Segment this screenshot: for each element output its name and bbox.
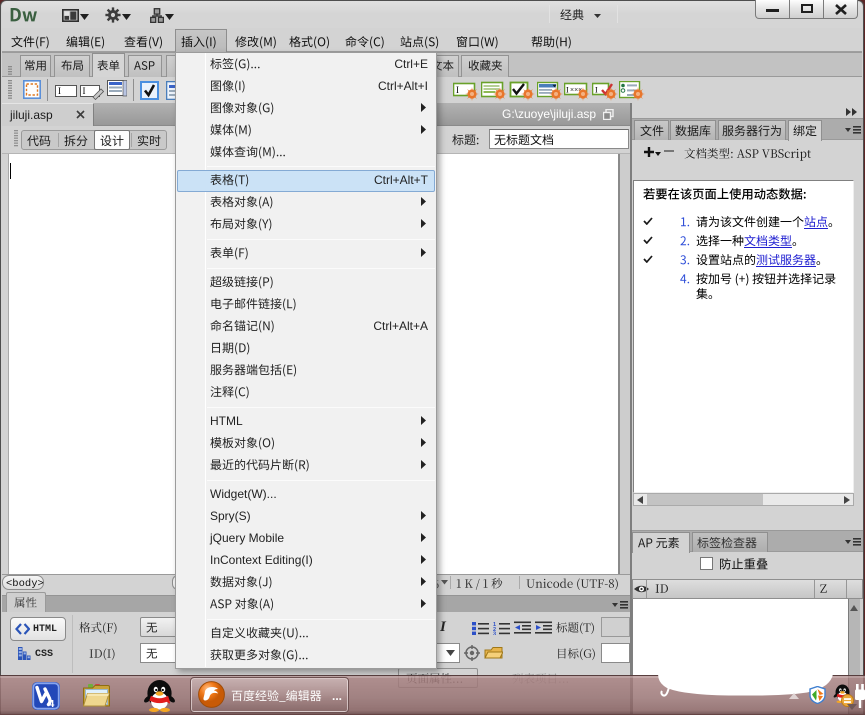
svg-text:4: 4 — [49, 698, 55, 710]
svg-text:I: I — [566, 86, 569, 95]
svg-text:I: I — [595, 86, 598, 95]
svg-text:I: I — [456, 85, 459, 95]
svg-text:3: 3 — [493, 632, 496, 636]
